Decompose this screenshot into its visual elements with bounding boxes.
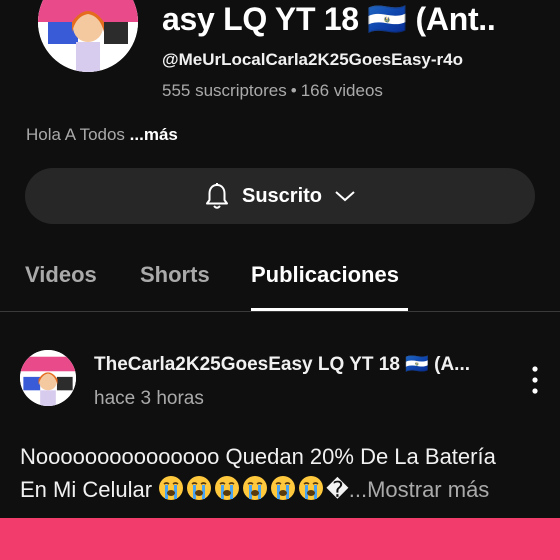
crying-face-icon	[243, 476, 268, 500]
crying-face-icon	[299, 476, 324, 500]
tab-videos[interactable]: Videos	[25, 262, 97, 288]
post-trailing-glyph: �	[326, 477, 349, 502]
show-more-link[interactable]: ...Mostrar más	[349, 477, 490, 502]
post-text-prefix: En Mi Celular	[20, 477, 153, 502]
chevron-down-icon	[334, 189, 356, 203]
post-menu-button[interactable]	[522, 362, 548, 398]
subscribed-label: Suscrito	[241, 184, 323, 207]
tab-shorts[interactable]: Shorts	[140, 262, 210, 288]
channel-tabs: Videos Shorts Publicaciones	[0, 246, 560, 312]
bell-icon	[204, 182, 230, 210]
post-author-name[interactable]: TheCarla2K25GoesEasy LQ YT 18 🇸🇻 (A...	[94, 352, 470, 376]
channel-title: asy LQ YT 18 🇸🇻 (Ant..	[162, 1, 496, 37]
more-vert-icon	[532, 366, 538, 394]
post-author-avatar[interactable]	[20, 350, 76, 406]
tab-publicaciones[interactable]: Publicaciones	[251, 262, 399, 288]
video-count: 166 videos	[300, 81, 383, 100]
channel-handle: @MeUrLocalCarla2K25GoesEasy-r4o	[162, 50, 463, 69]
channel-description[interactable]: Hola A Todos ...más	[26, 125, 178, 145]
crying-face-icon	[159, 476, 184, 500]
post-timestamp: hace 3 horas	[94, 388, 204, 409]
subscribed-button[interactable]: Suscrito	[25, 168, 535, 224]
post-text-line1: Nooooooooooooooo Quedan 20% De La Baterí…	[20, 444, 496, 469]
description-more-link[interactable]: ...más	[130, 125, 178, 144]
post-body[interactable]: Nooooooooooooooo Quedan 20% De La Baterí…	[20, 440, 550, 506]
crying-face-icon	[215, 476, 240, 500]
bottom-banner	[0, 518, 560, 560]
crying-face-icon	[271, 476, 296, 500]
crying-emoji-row	[158, 476, 326, 502]
channel-avatar[interactable]	[38, 0, 138, 72]
description-text: Hola A Todos	[26, 125, 125, 144]
active-tab-indicator	[251, 308, 408, 311]
post-text-line2: En Mi Celular �...Mostrar más	[20, 473, 550, 506]
post-avatar-image	[20, 350, 76, 406]
subscriber-count: 555 suscriptores	[162, 81, 287, 100]
channel-stats: 555 suscriptores • 166 videos	[162, 81, 383, 101]
crying-face-icon	[187, 476, 212, 500]
channel-avatar-image	[38, 0, 138, 72]
stats-separator: •	[290, 81, 297, 100]
